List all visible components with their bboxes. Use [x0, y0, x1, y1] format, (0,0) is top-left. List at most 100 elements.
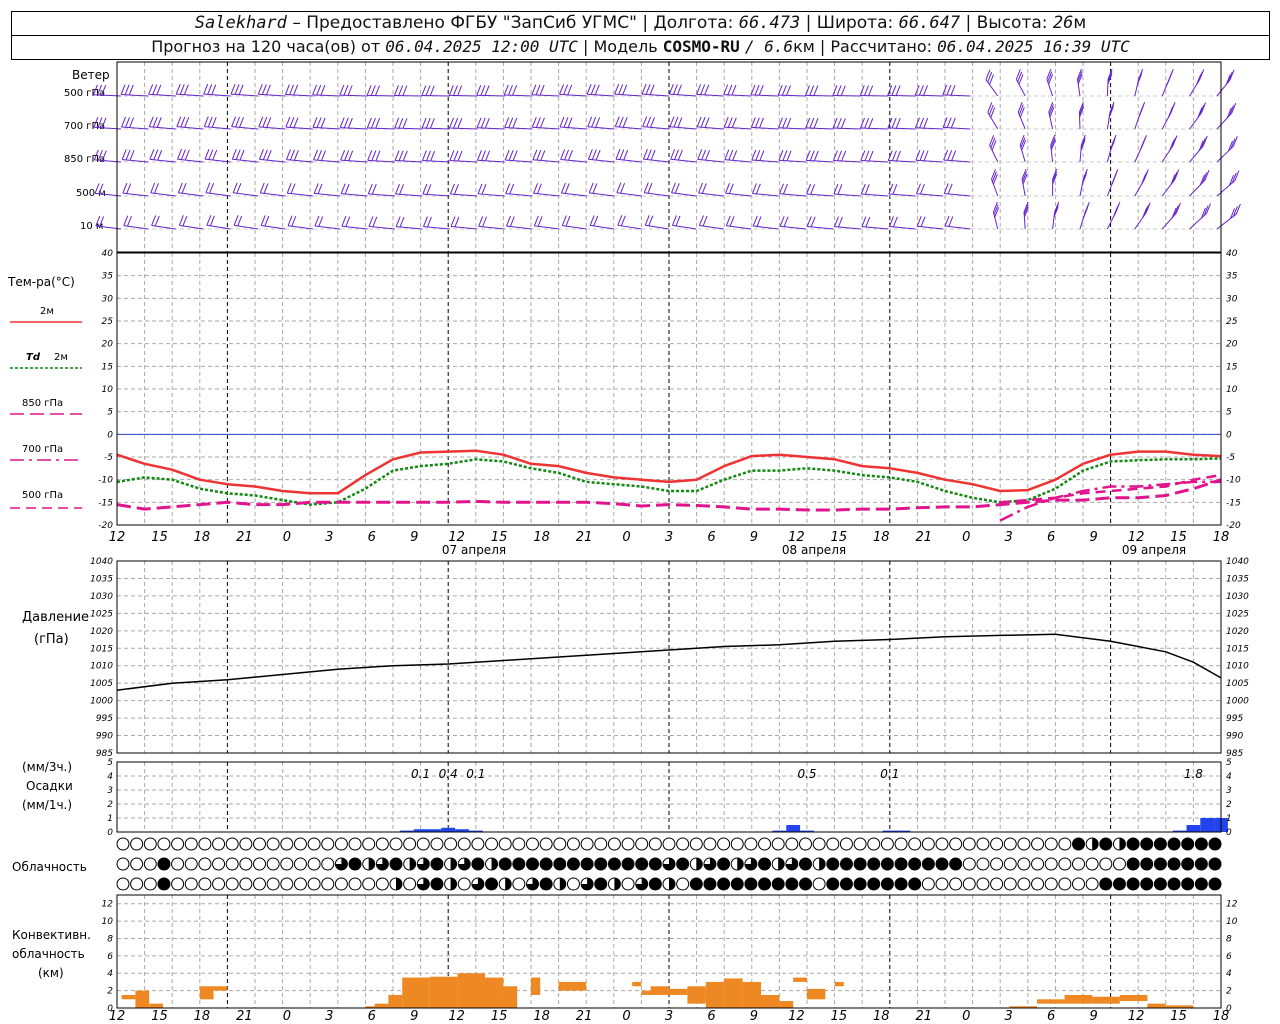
- precip-3h-label: 0.5: [797, 767, 816, 781]
- wind-barb-feather: [701, 149, 707, 161]
- wind-barb-feather: [101, 117, 107, 129]
- wind-barb-feather: [919, 117, 925, 129]
- wind-barb-feather: [184, 149, 190, 161]
- wind-barb-feather: [504, 117, 510, 128]
- cloud-cell: [512, 877, 526, 891]
- wind-barb-feather: [453, 150, 459, 161]
- wind-barb-feather: [101, 150, 107, 161]
- wind-barb-feather: [289, 84, 294, 95]
- cloud-cell: [1072, 877, 1085, 891]
- cloud-cell: [566, 877, 580, 891]
- wind-barb-feather: [399, 184, 405, 195]
- ytick-right-temp: 35: [1226, 272, 1238, 282]
- wind-barb-feather: [453, 184, 459, 195]
- cloud-cell: [348, 837, 362, 851]
- ytick-right-temp: 25: [1226, 317, 1238, 327]
- cloud-cell: [212, 857, 226, 871]
- cloud-cell-half: [559, 878, 566, 890]
- wind-barb-feather: [650, 117, 656, 128]
- ytick-right-press: 1025: [1226, 609, 1249, 619]
- cloud-cell: [976, 857, 990, 871]
- wind-barb-feather: [123, 215, 129, 226]
- wind-barb-feather: [480, 117, 486, 129]
- wind-barb-feather: [290, 183, 296, 194]
- cloud-cell: [717, 857, 731, 871]
- wind-barb-feather: [177, 182, 183, 193]
- wind-barb-feather: [786, 85, 791, 96]
- ytick-left-temp: 10: [102, 385, 114, 395]
- wind-barb-feather: [1139, 140, 1145, 151]
- wind-barb-feather: [1112, 207, 1118, 218]
- wind-barb-feather: [340, 183, 346, 194]
- wind-barb-feather: [948, 216, 954, 227]
- conv-block: [402, 977, 430, 1008]
- temp-x-tick: 0: [962, 530, 970, 545]
- ytick-right-conv: 10: [1226, 917, 1238, 927]
- temp-x-tick: 6: [707, 530, 715, 545]
- wind-barb-feather: [535, 84, 541, 96]
- wind-barb-feather: [646, 149, 652, 160]
- wind-barb-feather: [421, 150, 427, 161]
- conv-block: [199, 986, 214, 1000]
- cloud-cell: [976, 837, 990, 851]
- cloud-cell: [157, 877, 171, 891]
- wind-barb-feather: [729, 216, 735, 227]
- wind-barb-feather: [366, 117, 372, 129]
- wind-barb-feather: [508, 117, 514, 128]
- wind-barb-feather: [422, 183, 428, 195]
- cloud-cell: [1194, 877, 1208, 891]
- wind-barb-feather: [402, 118, 408, 129]
- wind-barb: [1079, 144, 1082, 163]
- conv-block: [1147, 1003, 1166, 1008]
- wind-barb-feather: [592, 183, 598, 194]
- cloud-cell: [607, 837, 621, 851]
- cloud-cell: [676, 877, 690, 891]
- ytick-left-press: 1010: [90, 662, 113, 672]
- ytick-right-conv: 6: [1226, 952, 1232, 962]
- wind-barb-feather: [1199, 104, 1205, 116]
- ytick-left-precip: 3: [107, 786, 113, 796]
- wind-barb-feather: [992, 174, 998, 185]
- ytick-left-precip: 0: [107, 828, 113, 838]
- temp-x-tick: 21: [236, 530, 253, 545]
- cloud-cell: [799, 857, 812, 871]
- cloud-cell: [607, 857, 621, 871]
- wind-barb-feather: [341, 216, 347, 227]
- cloud-cell: [1153, 877, 1167, 891]
- wind-barb-feather: [178, 215, 184, 226]
- wind-barb-feather: [257, 84, 263, 95]
- wind-barb-feather: [1167, 107, 1173, 118]
- wind-barb-feather: [206, 215, 212, 226]
- wind-barb-feather: [293, 150, 299, 161]
- ytick-left-temp: -15: [98, 498, 113, 508]
- wind-barb-feather: [622, 117, 628, 128]
- wind-barb-feather: [868, 85, 874, 96]
- cloud-cell: [1044, 877, 1058, 891]
- temp-x-tick: 9: [410, 530, 418, 545]
- cloud-cell: [1072, 837, 1085, 851]
- cloud-cell: [799, 837, 812, 851]
- cloud-cell: [894, 857, 908, 871]
- precip-bar: [786, 825, 801, 832]
- cloud-cell: [321, 857, 335, 871]
- wind-barb-feather: [395, 183, 400, 195]
- ytick-right-precip: 4: [1226, 772, 1232, 782]
- cloud-cell: [198, 877, 212, 891]
- wind-barb-feather: [97, 149, 103, 161]
- cloud-cell: [949, 837, 963, 851]
- wind-barb-feather: [505, 183, 511, 194]
- cloud-cell: [1140, 857, 1154, 871]
- conv-x-tick: 6: [1047, 1009, 1055, 1024]
- wind-barb-feather: [810, 184, 816, 195]
- cloud-cell: [689, 877, 703, 891]
- cloud-cell: [648, 857, 662, 871]
- wind-barb-feather: [670, 149, 676, 160]
- cloud-cell: [293, 857, 307, 871]
- wind-barb-feather: [539, 117, 545, 128]
- cloud-cell: [266, 877, 280, 891]
- conv-block: [503, 986, 518, 1008]
- wind-barb-feather: [1235, 203, 1241, 215]
- wind-barb-feather: [367, 150, 373, 161]
- conv-block: [388, 994, 403, 1008]
- cloud-cell: [253, 837, 266, 851]
